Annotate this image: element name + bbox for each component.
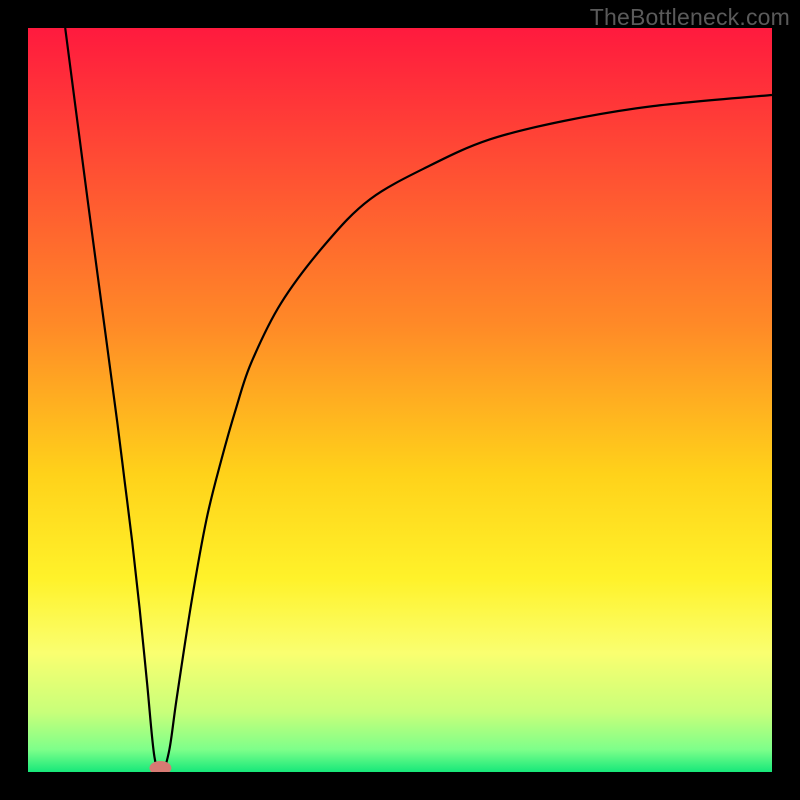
plot-area <box>28 28 772 772</box>
gradient-background <box>28 28 772 772</box>
watermark-text: TheBottleneck.com <box>590 4 790 31</box>
chart-svg <box>28 28 772 772</box>
chart-frame: TheBottleneck.com <box>0 0 800 800</box>
